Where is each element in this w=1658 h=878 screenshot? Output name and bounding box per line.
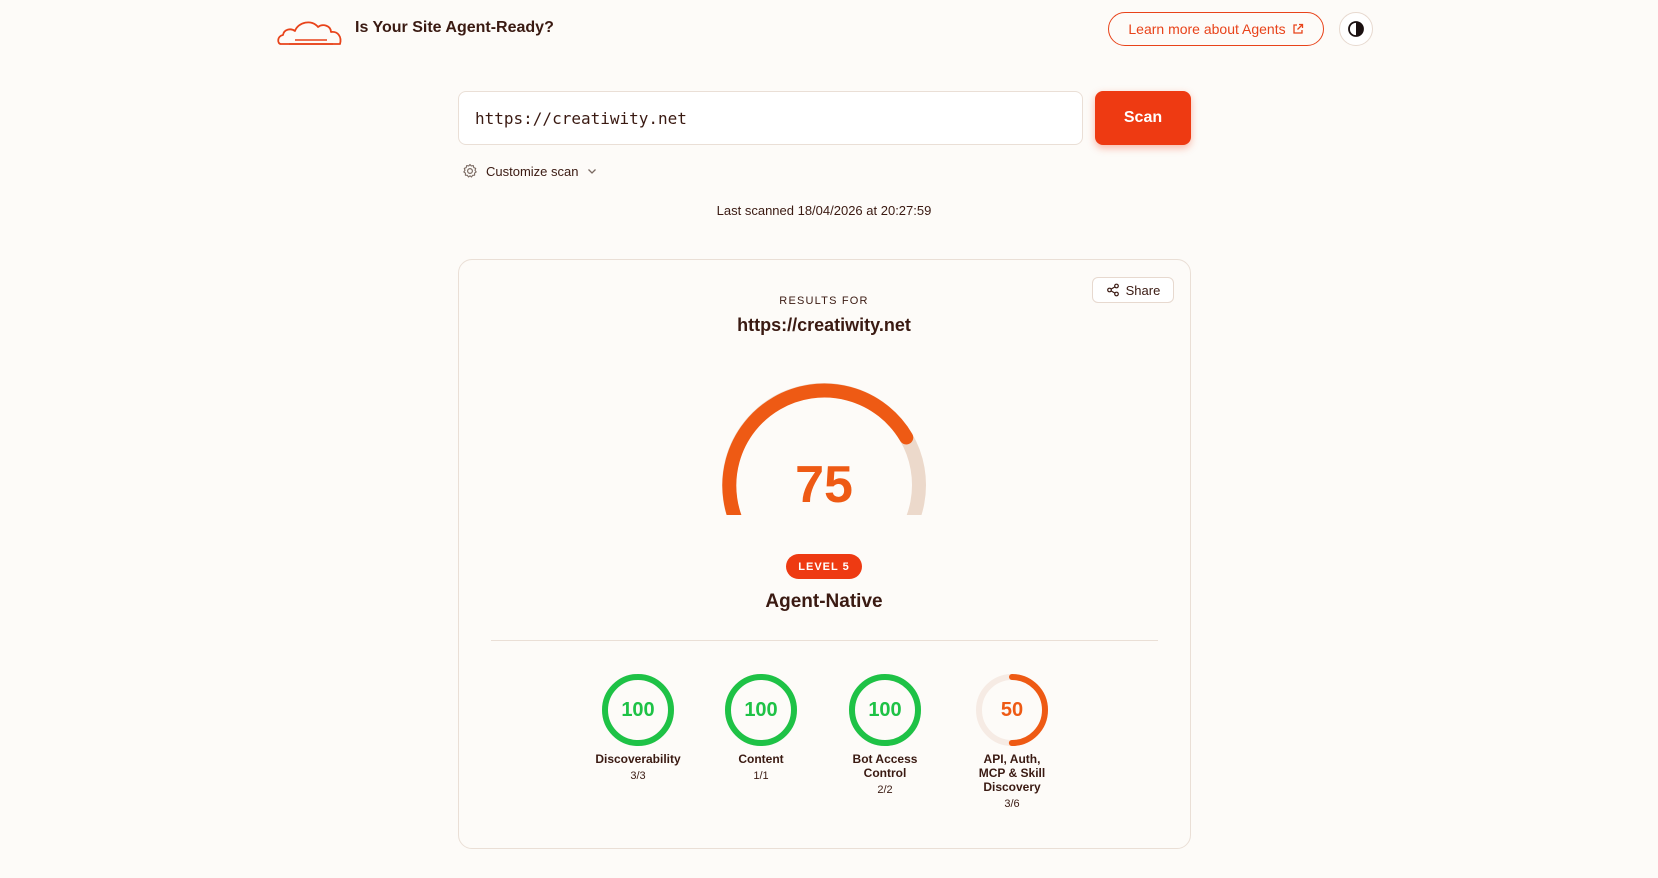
metric-label: Content	[738, 752, 784, 766]
metric-label: Bot Access Control	[852, 752, 918, 780]
level-name: Agent-Native	[765, 591, 883, 612]
metric-discoverability[interactable]: 100 Discoverability 3/3	[573, 672, 703, 782]
external-link-icon	[1292, 23, 1303, 34]
theme-toggle-button[interactable]	[1339, 12, 1373, 46]
divider	[491, 640, 1158, 641]
scan-button[interactable]: Scan	[1095, 91, 1191, 145]
customize-scan-label: Customize scan	[486, 163, 579, 179]
metric-api-auth-mcp[interactable]: 50 API, Auth, MCP & Skill Discovery 3/6	[947, 672, 1077, 810]
metric-fraction: 1/1	[753, 770, 769, 782]
contrast-icon	[1348, 21, 1364, 37]
metric-label: Discoverability	[595, 752, 681, 766]
learn-more-label: Learn more about Agents	[1128, 21, 1286, 37]
results-url: https://creatiwity.net	[737, 315, 911, 335]
metric-value: 100	[744, 699, 778, 721]
metric-label: API, Auth, MCP & Skill Discovery	[978, 752, 1046, 794]
results-for-label: RESULTS FOR	[779, 295, 869, 307]
metric-value: 100	[868, 699, 902, 721]
metric-fraction: 2/2	[877, 784, 893, 796]
learn-more-button[interactable]: Learn more about Agents	[1108, 12, 1324, 46]
metric-fraction: 3/6	[1004, 798, 1020, 810]
level-badge: LEVEL 5	[786, 554, 862, 579]
overall-score: 75	[795, 456, 853, 514]
metric-value: 100	[621, 699, 655, 721]
metric-value: 50	[1000, 699, 1024, 721]
cloud-logo-icon	[277, 21, 342, 45]
metric-fraction: 3/3	[630, 770, 646, 782]
gear-icon	[463, 163, 477, 178]
url-input[interactable]	[458, 91, 1083, 145]
metric-bot-access-control[interactable]: 100 Bot Access Control 2/2	[820, 672, 950, 796]
app-title: Is Your Site Agent-Ready?	[355, 19, 554, 36]
last-scanned-text: Last scanned 18/04/2026 at 20:27:59	[716, 203, 932, 218]
chevron-down-icon	[588, 169, 597, 174]
customize-scan-toggle[interactable]: Customize scan	[462, 163, 598, 179]
metric-content[interactable]: 100 Content 1/1	[696, 672, 826, 782]
